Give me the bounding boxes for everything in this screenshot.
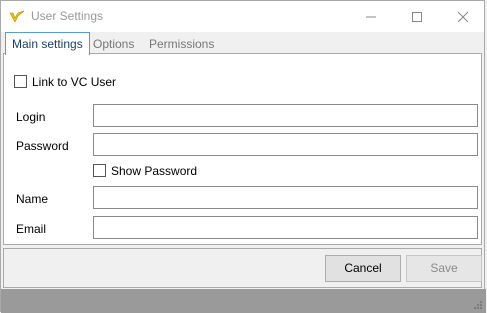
resize-grip-icon[interactable] [473,300,483,310]
cancel-button[interactable]: Cancel [325,255,401,282]
close-icon [457,11,469,22]
tab-permissions[interactable]: Permissions [143,34,220,54]
show-password-label: Show Password [111,164,198,178]
name-field[interactable] [93,186,478,209]
email-label: Email [16,222,47,236]
tab-main-settings[interactable]: Main settings [5,32,90,55]
title-bar[interactable]: User Settings [1,1,484,32]
password-field[interactable] [93,133,478,156]
status-bar [1,289,486,313]
window-title: User Settings [31,9,104,23]
name-label: Name [16,192,49,206]
user-settings-window: User Settings Main settings Options Perm… [0,0,486,313]
minimize-button[interactable] [348,1,394,32]
main-settings-panel: Link to VC User Login Password Show Pass… [3,54,482,245]
maximize-button[interactable] [394,1,440,32]
minimize-icon [366,16,376,17]
link-vc-user-checkbox[interactable] [14,75,27,88]
tab-strip: Main settings Options Permissions [3,32,482,55]
maximize-icon [412,11,422,22]
close-button[interactable] [440,1,486,32]
login-label: Login [16,110,46,124]
show-password-checkbox[interactable] [93,164,106,177]
tab-options[interactable]: Options [87,34,140,54]
email-field[interactable] [93,216,478,239]
link-vc-user-label: Link to VC User [32,75,117,89]
password-label: Password [16,139,69,153]
login-field[interactable] [93,104,478,127]
app-logo-icon [9,9,25,25]
dialog-footer: Cancel Save [3,248,482,288]
save-button[interactable]: Save [406,255,482,282]
